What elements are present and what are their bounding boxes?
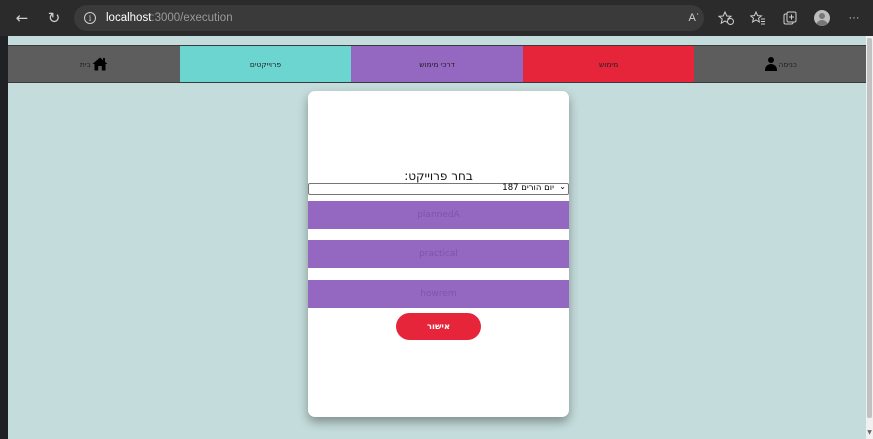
planned-input[interactable] <box>308 201 569 229</box>
remarks-input[interactable] <box>308 280 569 308</box>
nav-methods-label: דרכי מימוש <box>419 59 455 69</box>
nav-projects-label: פרוייקטים <box>249 59 281 69</box>
nav-item-execution[interactable]: מימוש <box>522 46 695 82</box>
back-icon[interactable]: ← <box>10 6 34 30</box>
project-form-card: בחר פרוייקט: יום הורים 187 ⌄ אישור <box>308 91 569 417</box>
profile-icon[interactable] <box>811 7 833 29</box>
user-icon <box>764 57 778 71</box>
add-favorite-icon[interactable] <box>715 7 737 29</box>
chevron-down-icon: ⌄ <box>559 182 566 191</box>
app-nav-bar: כניסה מימוש דרכי מימוש פרוייקטים בית <box>8 45 866 83</box>
nav-home-label: בית <box>79 59 91 69</box>
page-viewport: כניסה מימוש דרכי מימוש פרוייקטים בית בחר… <box>8 36 866 439</box>
collections-icon[interactable] <box>779 7 801 29</box>
browser-toolbar: ← ↻ i localhost:3000/execution Aʾ ··· <box>0 0 873 36</box>
favorites-icon[interactable] <box>747 7 769 29</box>
url-path: :3000/execution <box>151 12 233 24</box>
home-icon <box>92 57 108 71</box>
info-icon[interactable]: i <box>84 12 96 24</box>
scroll-down-arrow-icon[interactable]: ▼ <box>866 429 873 439</box>
nav-item-home[interactable]: בית <box>8 46 180 82</box>
project-select-value: יום הורים 187 <box>502 183 554 193</box>
scrollbar-thumb[interactable] <box>867 38 872 418</box>
more-options-icon[interactable]: ··· <box>843 7 865 29</box>
nav-item-projects[interactable]: פרוייקטים <box>179 46 352 82</box>
confirm-button[interactable]: אישור <box>396 313 481 340</box>
nav-execution-label: מימוש <box>598 59 619 69</box>
nav-item-login[interactable]: כניסה <box>694 46 866 82</box>
practical-input[interactable] <box>308 240 569 268</box>
nav-item-methods[interactable]: דרכי מימוש <box>351 46 523 82</box>
url-text: localhost:3000/execution <box>106 12 233 24</box>
reload-icon[interactable]: ↻ <box>42 6 66 30</box>
nav-login-label: כניסה <box>778 59 797 69</box>
page-scrollbar[interactable]: ▼ <box>866 36 873 439</box>
remarks-field-container <box>308 280 569 308</box>
read-aloud-icon[interactable]: Aʾ <box>683 7 705 29</box>
project-select[interactable]: יום הורים 187 ⌄ <box>308 182 569 195</box>
planned-field-container <box>308 201 569 229</box>
address-bar[interactable]: i localhost:3000/execution <box>74 5 704 31</box>
url-host: localhost <box>106 12 152 24</box>
project-select-label: בחר פרוייקט: <box>404 169 473 183</box>
practical-field-container <box>308 240 569 268</box>
